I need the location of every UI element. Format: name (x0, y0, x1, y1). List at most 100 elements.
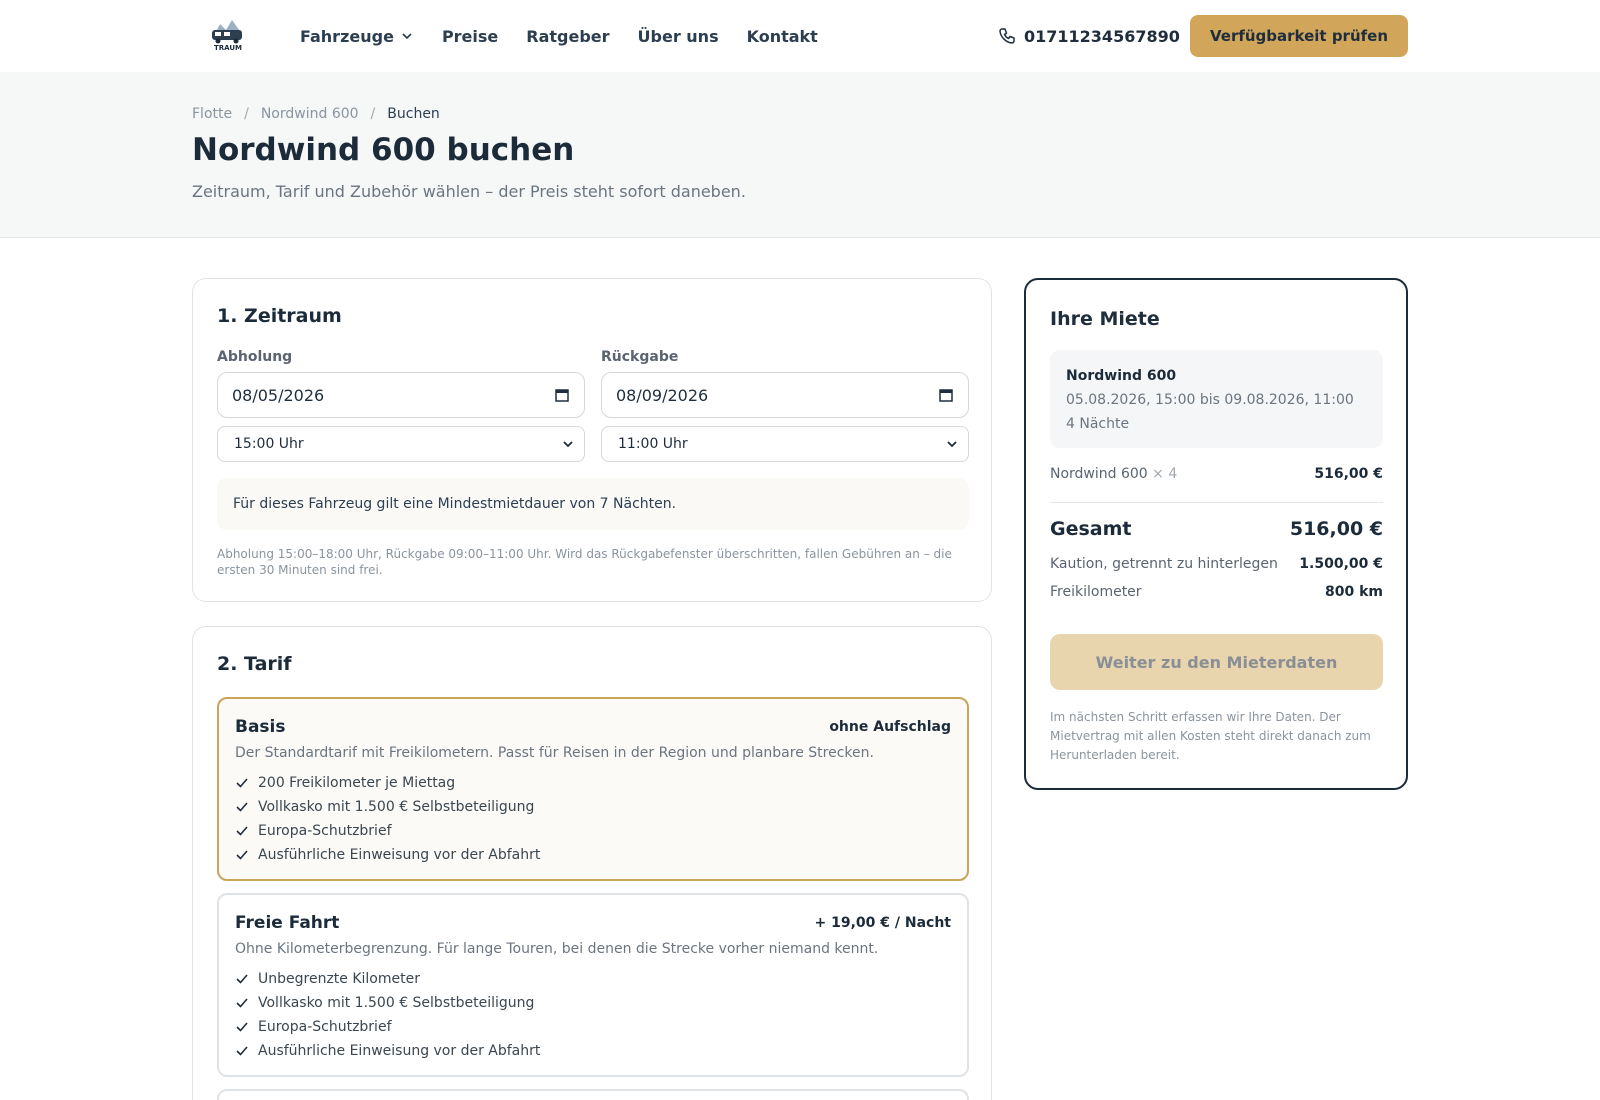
check-icon (236, 826, 248, 836)
tariff-feature-list: Unbegrenzte Kilometer Vollkasko mit 1.50… (235, 967, 540, 1063)
total-value: 516,00 € (1289, 518, 1383, 540)
nav-item-ueber-uns[interactable]: Über uns (638, 27, 719, 46)
pickup-time-value: 15:00 Uhr (234, 436, 304, 452)
return-time-select[interactable]: 11:00 Uhr (601, 426, 969, 462)
nav-item-ratgeber[interactable]: Ratgeber (526, 27, 609, 46)
nav-item-fahrzeuge[interactable]: Fahrzeuge (300, 27, 414, 46)
check-availability-button[interactable]: Verfügbarkeit prüfen (1190, 15, 1408, 57)
return-time-value: 11:00 Uhr (618, 436, 688, 452)
tariff-name: Freie Fahrt (235, 913, 340, 933)
summary-free-km: Freikilometer 800 km (1050, 584, 1383, 600)
rental-summary-panel: Ihre Miete Nordwind 600 05.08.2026, 15:0… (1024, 278, 1408, 790)
return-label: Rückgabe (601, 349, 679, 365)
breadcrumb-item-vehicle[interactable]: Nordwind 600 (261, 106, 359, 122)
feature-text: 200 Freikilometer je Miettag (258, 775, 456, 791)
list-item: Unbegrenzte Kilometer (235, 967, 540, 991)
tariff-feature-list: 200 Freikilometer je Miettag Vollkasko m… (235, 771, 540, 867)
pickup-date-value: 08/05/2026 (232, 385, 325, 405)
phone-icon (999, 28, 1015, 44)
tariff-price: ohne Aufschlag (829, 719, 951, 735)
list-item: Vollkasko mit 1.500 € Selbstbeteiligung (235, 991, 540, 1015)
summary-total: Gesamt 516,00 € (1050, 518, 1383, 540)
period-card: 1. Zeitraum Abholung Rückgabe 08/05/2026… (192, 278, 992, 602)
minimum-stay-notice: Für dieses Fahrzeug gilt eine Mindestmie… (217, 478, 969, 530)
page-subtitle: Zeitraum, Tarif und Zubehör wählen – der… (192, 182, 746, 201)
list-item: Vollkasko mit 1.500 € Selbstbeteiligung (235, 795, 540, 819)
line-item-multiplier: × 4 (1152, 466, 1178, 482)
phone-link[interactable]: 01711234567890 (998, 0, 1180, 72)
continue-to-renter-data-button[interactable]: Weiter zu den Mieterdaten (1050, 634, 1383, 690)
top-navigation-bar: TRAUM Fahrzeuge Preise Ratgeber Über uns… (0, 0, 1600, 72)
list-item: Europa-Schutzbrief (235, 1015, 540, 1039)
check-icon (236, 778, 248, 788)
summary-vehicle-name: Nordwind 600 (1066, 368, 1177, 384)
brand-logo[interactable]: TRAUM (206, 14, 250, 52)
tariff-description: Ohne Kilometerbegrenzung. Für lange Tour… (235, 941, 879, 957)
feature-text: Ausführliche Einweisung vor der Abfahrt (258, 1043, 541, 1059)
deposit-value: 1.500,00 € (1299, 556, 1383, 572)
summary-nights: 4 Nächte (1066, 416, 1130, 432)
free-km-label: Freikilometer (1050, 584, 1142, 600)
tariff-option-freie-fahrt[interactable]: Freie Fahrt + 19,00 € / Nacht Ohne Kilom… (217, 893, 969, 1077)
pickup-return-fine-print: Abholung 15:00–18:00 Uhr, Rückgabe 09:00… (217, 547, 952, 577)
summary-dates: 05.08.2026, 15:00 bis 09.08.2026, 11:00 (1066, 392, 1354, 408)
nav-label: Fahrzeuge (300, 26, 394, 46)
nav-item-kontakt[interactable]: Kontakt (747, 27, 818, 46)
line-item-name: Nordwind 600 (1050, 466, 1148, 482)
tariff-price: + 19,00 € / Nacht (814, 915, 952, 931)
summary-line-item: Nordwind 600 × 4 516,00 € (1050, 466, 1383, 482)
breadcrumb-separator: / (244, 106, 249, 122)
tariff-description: Der Standardtarif mit Freikilometern. Pa… (235, 745, 874, 761)
check-icon (236, 998, 248, 1008)
period-heading: 1. Zeitraum (217, 305, 342, 327)
check-icon (236, 850, 248, 860)
feature-text: Vollkasko mit 1.500 € Selbstbeteiligung (258, 799, 535, 815)
feature-text: Unbegrenzte Kilometer (258, 971, 420, 987)
summary-note: Im nächsten Schritt erfassen wir Ihre Da… (1050, 710, 1371, 762)
tariff-heading: 2. Tarif (217, 653, 292, 675)
nav-label: Kontakt (746, 26, 818, 46)
page-header-band: Flotte / Nordwind 600 / Buchen Nordwind … (0, 72, 1600, 238)
camper-logo-icon: TRAUM (212, 20, 242, 52)
feature-text: Europa-Schutzbrief (258, 823, 392, 839)
return-date-input[interactable]: 08/09/2026 (601, 372, 969, 418)
list-item: Ausführliche Einweisung vor der Abfahrt (235, 843, 540, 867)
check-icon (236, 802, 248, 812)
breadcrumb-separator: / (370, 106, 376, 122)
logo-text: TRAUM (214, 44, 242, 52)
pickup-date-input[interactable]: 08/05/2026 (217, 372, 585, 418)
total-label: Gesamt (1050, 518, 1132, 540)
breadcrumb: Flotte / Nordwind 600 / Buchen (192, 106, 440, 122)
chevron-down-icon (402, 33, 412, 40)
main-nav: Fahrzeuge Preise Ratgeber Über uns Konta… (300, 0, 818, 72)
deposit-label: Kaution, getrennt zu hinterlegen (1050, 556, 1278, 572)
free-km-value: 800 km (1325, 584, 1383, 600)
list-item: Ausführliche Einweisung vor der Abfahrt (235, 1039, 540, 1063)
breadcrumb-item-flotte[interactable]: Flotte (192, 106, 232, 122)
check-icon (236, 1046, 248, 1056)
tariff-name: Basis (235, 717, 286, 737)
tariff-option-basis[interactable]: Basis ohne Aufschlag Der Standardtarif m… (217, 697, 969, 881)
summary-divider (1050, 502, 1383, 503)
nav-label: Über uns (637, 26, 719, 46)
nav-label: Ratgeber (526, 26, 610, 46)
summary-heading: Ihre Miete (1050, 308, 1160, 330)
nav-label: Preise (441, 26, 499, 46)
line-item-value: 516,00 € (1314, 466, 1383, 482)
tariff-option-partial[interactable] (217, 1089, 969, 1100)
pickup-time-select[interactable]: 15:00 Uhr (217, 426, 585, 462)
feature-text: Ausführliche Einweisung vor der Abfahrt (258, 847, 541, 863)
pickup-label: Abholung (217, 349, 293, 365)
feature-text: Vollkasko mit 1.500 € Selbstbeteiligung (258, 995, 535, 1011)
nav-item-preise[interactable]: Preise (442, 27, 498, 46)
check-icon (236, 1022, 248, 1032)
list-item: 200 Freikilometer je Miettag (235, 771, 540, 795)
check-icon (236, 974, 248, 984)
summary-vehicle-box: Nordwind 600 05.08.2026, 15:00 bis 09.08… (1050, 350, 1383, 448)
feature-text: Europa-Schutzbrief (258, 1019, 392, 1035)
chevron-down-icon (947, 441, 957, 448)
return-date-value: 08/09/2026 (616, 385, 709, 405)
summary-deposit: Kaution, getrennt zu hinterlegen 1.500,0… (1050, 556, 1383, 572)
breadcrumb-item-current: Buchen (387, 106, 440, 122)
calendar-icon (939, 389, 953, 402)
